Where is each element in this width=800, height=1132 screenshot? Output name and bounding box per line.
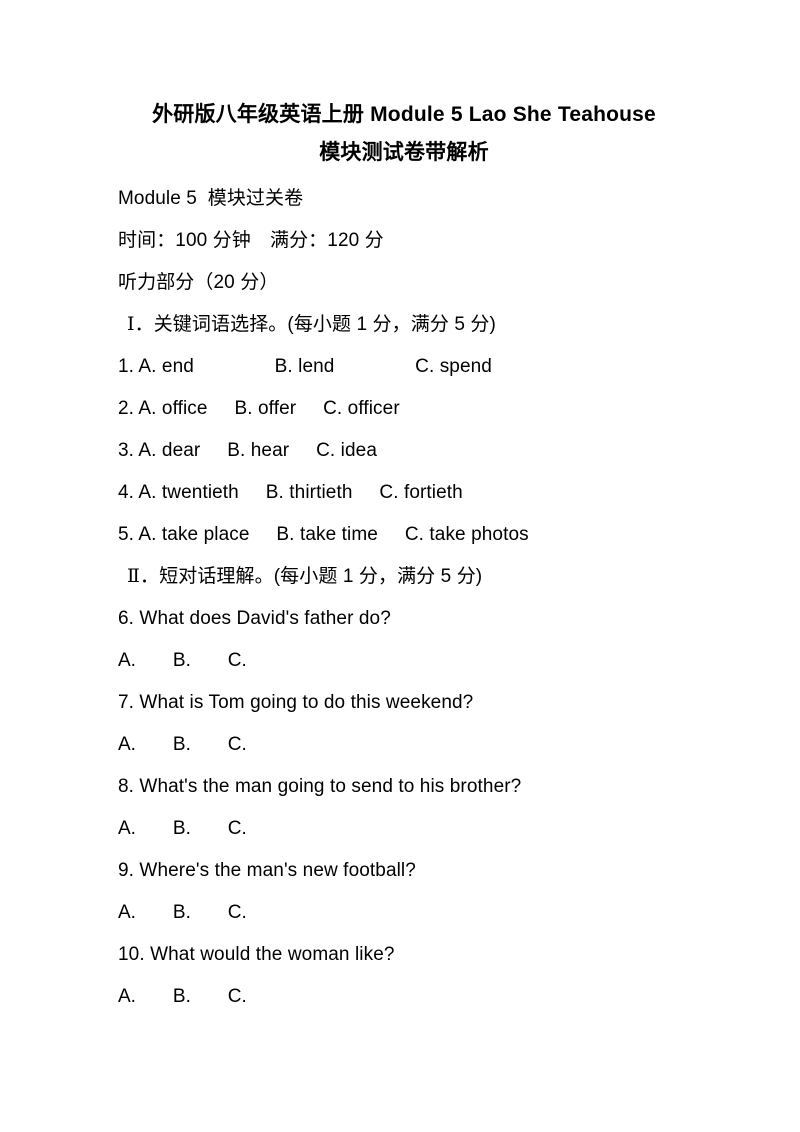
page-title: 外研版八年级英语上册 Module 5 Lao She Teahouse 模块测… [118, 96, 720, 172]
question-7-options: A. B. C. [118, 734, 247, 755]
choice-item-1: 1. A. end B. lend C. spend [118, 356, 492, 377]
question-9-text: 9. Where's the man's new football? [118, 860, 416, 881]
module-heading: Module 5 模块过关卷 [118, 188, 304, 209]
choice-item-2: 2. A. office B. offer C. officer [118, 398, 400, 419]
question-7-text: 7. What is Tom going to do this weekend? [118, 692, 474, 713]
section-roman-numeral-1: Ⅰ [127, 314, 135, 335]
section-heading-text-2: ．短对话理解。(每小题 1 分，满分 5 分) [140, 566, 483, 587]
listening-part-heading: 听力部分（20 分） [118, 272, 279, 293]
page-title-line-2: 模块测试卷带解析 [319, 141, 489, 164]
question-10-options: A. B. C. [118, 986, 247, 1007]
document-page: 外研版八年级英语上册 Module 5 Lao She Teahouse 模块测… [0, 0, 800, 1132]
section-heading-text-1: ．关键词语选择。(每小题 1 分，满分 5 分) [134, 314, 496, 335]
page-title-line-1: 外研版八年级英语上册 Module 5 Lao She Teahouse [152, 103, 656, 126]
choice-item-5: 5. A. take place B. take time C. take ph… [118, 524, 529, 545]
question-10-text: 10. What would the woman like? [118, 944, 395, 965]
choice-item-4: 4. A. twentieth B. thirtieth C. fortieth [118, 482, 463, 503]
section-roman-numeral-2: Ⅱ [127, 566, 141, 587]
exam-time-score-line: 时间：100 分钟 满分：120 分 [118, 230, 384, 251]
question-6-options: A. B. C. [118, 650, 247, 671]
question-6-text: 6. What does David's father do? [118, 608, 391, 629]
choice-item-3: 3. A. dear B. hear C. idea [118, 440, 377, 461]
question-8-options: A. B. C. [118, 818, 247, 839]
section-heading-2: Ⅱ．短对话理解。(每小题 1 分，满分 5 分) [118, 556, 720, 598]
section-heading-1: Ⅰ．关键词语选择。(每小题 1 分，满分 5 分) [118, 304, 720, 346]
question-9-options: A. B. C. [118, 902, 247, 923]
question-8-text: 8. What's the man going to send to his b… [118, 776, 522, 797]
